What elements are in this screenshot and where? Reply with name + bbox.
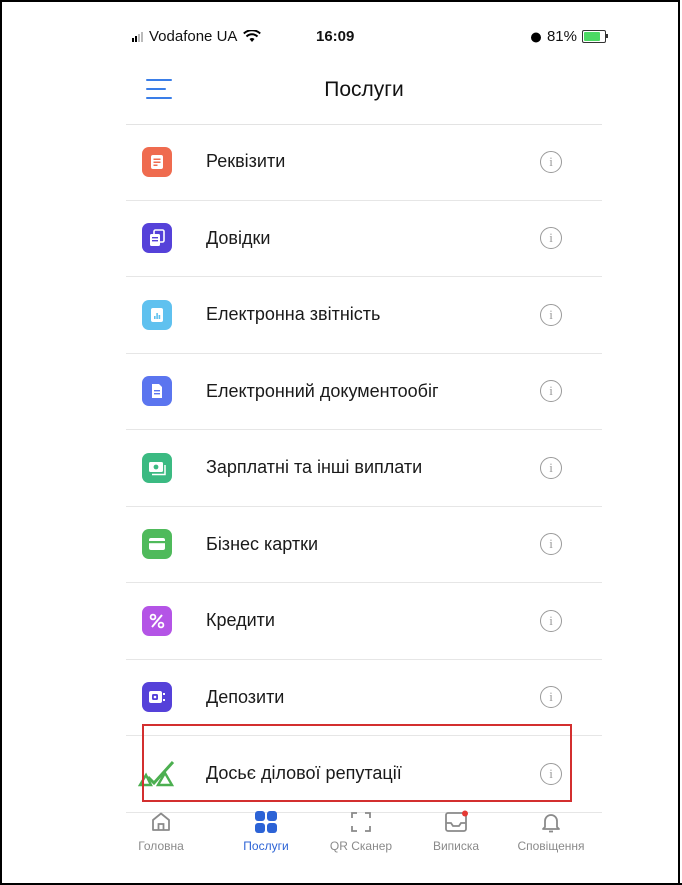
service-label: Реквізити [206,151,286,172]
tab-notifications[interactable]: Сповіщення [506,810,596,853]
service-item-e-reporting[interactable]: Електронна звітність i [126,277,602,354]
battery-status: 81% [530,28,608,45]
service-label: Кредити [206,610,275,631]
tab-qr-scanner[interactable]: QR Сканер [316,810,406,853]
alarm-icon [530,32,541,42]
info-icon[interactable]: i [540,150,562,173]
tab-label: Сповіщення [517,839,585,853]
service-item-e-document-flow[interactable]: Електронний документообіг i [126,354,602,430]
report-chart-icon [142,299,172,330]
bottom-tab-bar: Головна Послуги QR Сканер Виписка Сповіщ… [126,804,602,874]
info-icon[interactable]: i [540,380,562,403]
clock: 16:09 [316,28,355,45]
tab-label: QR Сканер [329,839,393,853]
battery-percent: 81% [546,28,577,45]
info-icon[interactable]: i [540,533,562,556]
tab-statement[interactable]: Виписка [411,810,501,853]
services-list: Реквізити i Довідки i Електронна звітніс… [126,124,602,813]
file-icon [142,376,172,407]
bell-icon [539,810,563,834]
carrier: Vodafone UA [132,28,262,45]
service-item-requisites[interactable]: Реквізити i [126,124,602,201]
battery-charging-icon [582,30,608,43]
percent-icon [142,605,172,636]
info-icon[interactable]: i [540,456,562,479]
service-label: Електронний документообіг [206,380,439,401]
service-item-deposits[interactable]: Депозити i [126,660,602,736]
service-item-payroll[interactable]: Зарплатні та інші виплати i [126,430,602,507]
documents-stack-icon [142,223,172,254]
service-label: Електронна звітність [206,304,381,325]
info-icon[interactable]: i [540,686,562,709]
safe-icon [142,682,172,713]
status-bar: Vodafone UA 16:09 81% [126,22,608,62]
card-icon [142,529,172,560]
service-item-business-cards[interactable]: Бізнес картки i [126,507,602,583]
tab-label: Послуги [243,839,289,853]
inbox-icon [444,810,468,834]
payroll-icon [142,452,172,483]
tab-services[interactable]: Послуги [221,810,311,853]
service-item-certificates[interactable]: Довідки i [126,201,602,277]
info-icon[interactable]: i [540,609,562,632]
service-item-credits[interactable]: Кредити i [126,583,602,660]
wifi-icon [243,30,262,42]
service-label: Зарплатні та інші виплати [206,457,423,478]
tab-home[interactable]: Головна [116,810,206,853]
service-item-business-reputation[interactable]: Досьє ділової репутації i [126,736,602,813]
service-label: Депозити [206,686,285,707]
notification-dot [462,810,468,817]
tab-label: Головна [138,839,184,853]
service-label: Бізнес картки [206,533,319,554]
scan-icon [349,810,373,834]
info-icon[interactable]: i [540,227,562,250]
app-header: Послуги [126,66,602,125]
tab-label: Виписка [432,839,480,853]
info-icon[interactable]: i [540,762,562,785]
home-icon [149,810,173,834]
service-label: Довідки [206,227,271,248]
service-label: Досьє ділової репутації [206,763,402,784]
grid-icon [254,810,278,834]
page-title: Послуги [324,78,404,101]
carrier-name: Vodafone UA [149,28,238,45]
signal-icon [132,31,143,42]
document-icon [142,146,172,177]
info-icon[interactable]: i [540,303,562,326]
reputation-check-icon [138,758,176,790]
